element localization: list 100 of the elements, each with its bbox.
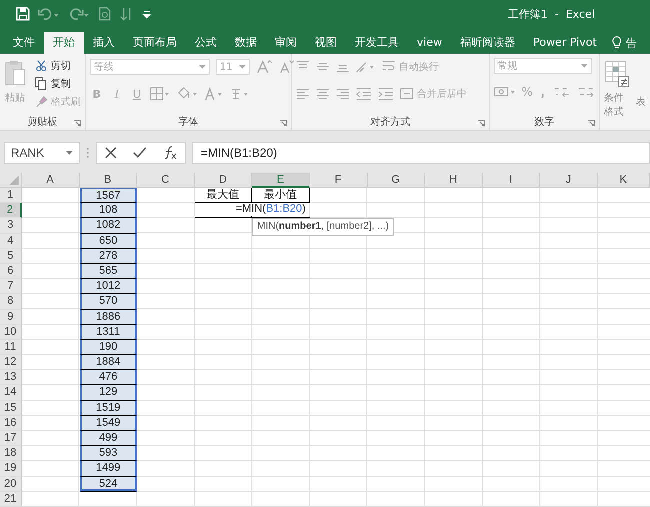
row-header[interactable]: 12 xyxy=(0,355,22,370)
dialog-launcher-icon[interactable] xyxy=(280,120,287,127)
conditional-format-icon xyxy=(604,60,630,88)
ribbon-tab[interactable]: 插入 xyxy=(84,32,124,54)
group-label: 数字 xyxy=(534,116,554,128)
row-header[interactable]: 13 xyxy=(0,370,22,386)
table-cell: 1311 xyxy=(80,324,138,340)
ribbon-tab[interactable]: 开始 xyxy=(44,32,84,54)
row-header[interactable]: 1 xyxy=(0,188,22,204)
ribbon-tab[interactable]: Power Pivot xyxy=(524,32,606,54)
tell-me-label[interactable]: 告 xyxy=(626,36,638,50)
table-cell: 1567 xyxy=(80,188,138,204)
row-header[interactable]: 6 xyxy=(0,264,22,280)
align-center-icon[interactable] xyxy=(316,87,330,101)
table-cell: 129 xyxy=(80,385,138,401)
formula-field[interactable]: =MIN(B1:B20) xyxy=(192,142,650,164)
row-header[interactable]: 5 xyxy=(0,248,22,264)
ribbon-label: 表 xyxy=(636,96,646,109)
table-cell: 1499 xyxy=(80,461,138,477)
ribbon-button[interactable]: 复制 xyxy=(51,76,71,92)
table-cell: 1884 xyxy=(80,355,138,370)
row-header[interactable]: 14 xyxy=(0,385,22,401)
merge-cells-icon xyxy=(400,87,414,101)
column-header[interactable]: K xyxy=(598,173,650,188)
column-header[interactable]: C xyxy=(137,173,195,188)
ribbon-tab[interactable]: 数据 xyxy=(226,32,266,54)
ribbon-tab[interactable]: 审阅 xyxy=(266,32,306,54)
column-header[interactable]: I xyxy=(482,173,540,188)
dialog-launcher-icon[interactable] xyxy=(478,120,485,127)
column-header[interactable]: F xyxy=(310,173,368,188)
currency-icon[interactable] xyxy=(494,85,516,99)
group-label: 对齐方式 xyxy=(370,116,410,128)
decrease-indent-icon[interactable] xyxy=(356,87,372,101)
borders-icon[interactable] xyxy=(150,87,170,101)
increase-indent-icon[interactable] xyxy=(378,87,394,101)
redo-icon[interactable] xyxy=(68,7,90,21)
dialog-launcher-icon[interactable] xyxy=(588,120,595,127)
cancel-icon[interactable] xyxy=(105,147,117,159)
column-header[interactable]: B xyxy=(80,173,138,188)
table-cell: 593 xyxy=(80,446,138,462)
column-header[interactable]: A xyxy=(22,173,80,188)
ribbon-tab[interactable]: 公式 xyxy=(186,32,226,54)
table-cell: 524 xyxy=(80,476,138,492)
table-cell: 278 xyxy=(80,248,138,264)
row-header[interactable]: 16 xyxy=(0,416,22,431)
row-header[interactable]: 3 xyxy=(0,218,22,234)
phonetic-icon[interactable] xyxy=(230,87,250,101)
select-all-icon[interactable] xyxy=(0,173,22,188)
row-header[interactable]: 4 xyxy=(0,234,22,249)
row-header[interactable]: 9 xyxy=(0,310,22,325)
font-color-icon[interactable] xyxy=(204,87,224,101)
orientation-icon[interactable] xyxy=(356,60,376,74)
row-header[interactable]: 19 xyxy=(0,461,22,477)
table-cell: 650 xyxy=(80,234,138,249)
shrink-font-icon[interactable] xyxy=(278,60,294,74)
undo-icon[interactable] xyxy=(38,7,60,21)
ribbon-tab[interactable]: 开发工具 xyxy=(346,32,408,54)
fill-color-icon[interactable] xyxy=(176,87,198,101)
function-tooltip: MIN(number1, [number2], ...) xyxy=(252,218,394,236)
ribbon-button[interactable]: 剪切 xyxy=(51,58,71,74)
row-header[interactable]: 11 xyxy=(0,340,22,356)
grow-font-icon[interactable] xyxy=(256,60,272,74)
table-cell: 499 xyxy=(80,431,138,446)
row-header[interactable]: 7 xyxy=(0,279,22,294)
row-header[interactable]: 21 xyxy=(0,492,22,507)
insert-function-icon[interactable] xyxy=(163,146,177,160)
lightbulb-icon[interactable] xyxy=(612,36,622,50)
ribbon-tab[interactable]: 页面布局 xyxy=(124,32,186,54)
ribbon-tab[interactable]: 文件 xyxy=(4,32,44,54)
align-left-icon[interactable] xyxy=(296,87,310,101)
name-box[interactable]: RANK xyxy=(4,142,80,164)
row-header[interactable]: 17 xyxy=(0,431,22,446)
table-cell: 1549 xyxy=(80,416,138,431)
ribbon-tab[interactable]: 福昕阅读器 xyxy=(451,32,524,54)
save-icon[interactable] xyxy=(16,7,30,21)
formula-text: =MIN(B1:B20) xyxy=(234,203,306,216)
ribbon-tab[interactable]: 视图 xyxy=(306,32,346,54)
column-header[interactable]: J xyxy=(540,173,598,188)
dropdown-arrow-icon[interactable] xyxy=(66,151,73,155)
row-header[interactable]: 20 xyxy=(0,476,22,492)
row-header[interactable]: 15 xyxy=(0,400,22,416)
row-header[interactable]: 8 xyxy=(0,294,22,310)
column-header[interactable]: H xyxy=(425,173,483,188)
drag-handle-icon[interactable] xyxy=(86,147,90,159)
row-header[interactable]: 2 xyxy=(0,203,22,218)
align-right-icon[interactable] xyxy=(336,87,350,101)
scissors-icon[interactable] xyxy=(35,59,48,73)
column-header[interactable]: E xyxy=(252,173,310,188)
table-cell: 1519 xyxy=(80,400,138,416)
print-preview-icon[interactable] xyxy=(98,7,112,21)
table-cell: 190 xyxy=(80,340,138,356)
dialog-launcher-icon[interactable] xyxy=(74,120,81,127)
ribbon-tab[interactable]: view xyxy=(408,32,452,54)
check-icon[interactable] xyxy=(133,147,147,159)
copy-icon[interactable] xyxy=(35,77,48,91)
column-header[interactable]: D xyxy=(194,173,252,188)
row-header[interactable]: 18 xyxy=(0,446,22,462)
column-header[interactable]: G xyxy=(368,173,426,188)
row-header[interactable]: 10 xyxy=(0,324,22,340)
table-cell: 1012 xyxy=(80,279,138,294)
